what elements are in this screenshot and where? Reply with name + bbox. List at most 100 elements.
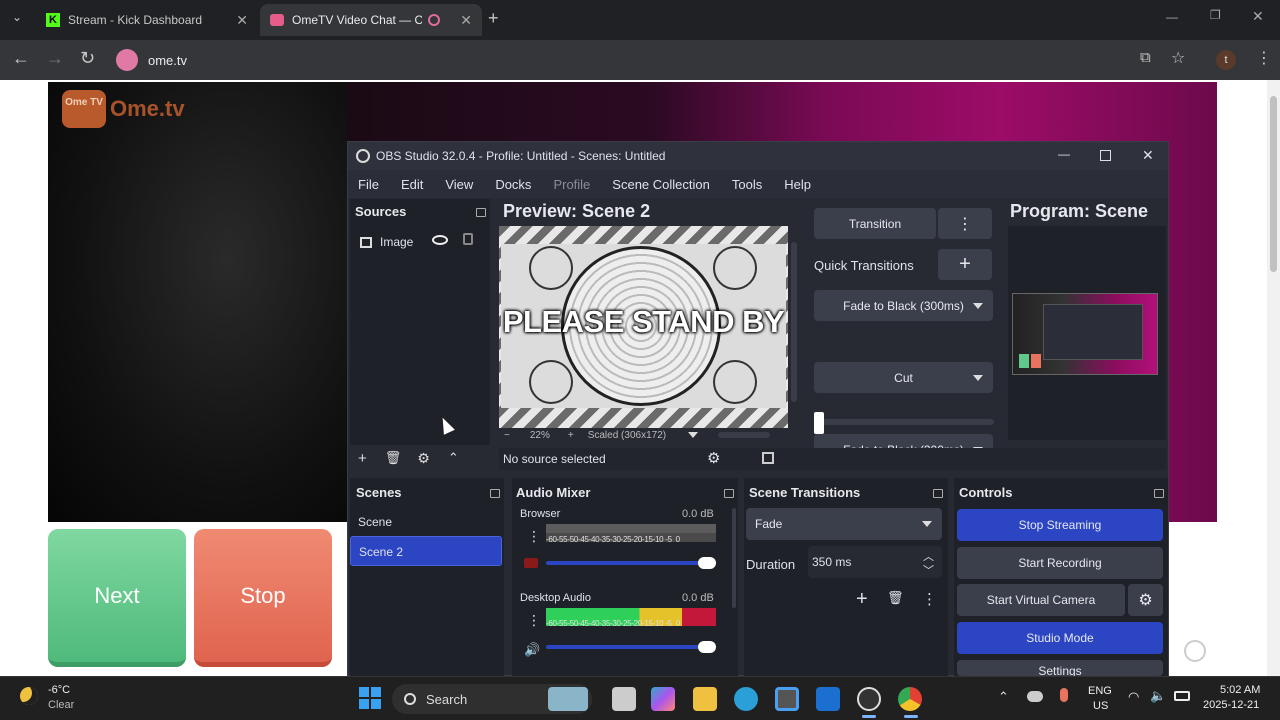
muted-speaker-icon[interactable] [524,558,538,568]
transition-menu-icon[interactable]: ⋮ [938,208,992,239]
preview-vscroll[interactable] [791,242,797,402]
weather-moon-icon[interactable] [20,687,38,705]
source-item[interactable]: Image [350,227,490,257]
install-app-icon[interactable]: ⧉ [1140,49,1151,66]
context-gear-icon[interactable]: ⚙ [707,449,720,467]
move-source-up-icon[interactable]: ⌃ [448,450,459,466]
duration-spinbox[interactable]: 350 ms ︿ ﹀ [808,546,942,578]
back-icon[interactable]: ← [12,48,30,69]
reload-icon[interactable]: ↻ [80,48,95,69]
forward-icon[interactable]: → [46,48,64,69]
close-tab-icon[interactable]: ✕ [460,12,472,29]
menu-file[interactable]: File [358,177,379,192]
store-icon[interactable] [775,687,799,711]
volume-slider-handle[interactable] [698,557,716,569]
settings-button[interactable]: Settings [957,660,1163,676]
emoji-icon[interactable] [1184,640,1206,662]
preview-canvas[interactable]: PLEASE STAND BY [499,226,788,428]
start-virtual-camera-button[interactable]: Start Virtual Camera [957,584,1125,616]
minimize-window-icon[interactable]: — [1166,10,1178,24]
add-source-icon[interactable]: + [358,450,367,467]
windows-start-icon[interactable] [359,687,381,709]
menu-profile[interactable]: Profile [553,177,590,192]
mixer-scrollbar[interactable] [732,508,736,608]
lock-icon[interactable] [463,233,473,245]
tab-search-icon[interactable]: ⌄ [12,10,22,24]
chevron-down-icon[interactable]: ﹀ [923,562,934,578]
battery-icon[interactable] [1174,691,1190,701]
obs-close-icon[interactable]: ✕ [1142,147,1154,164]
zoom-out-icon[interactable]: − [504,430,510,441]
obs-title-bar[interactable]: OBS Studio 32.0.4 - Profile: Untitled - … [348,142,1168,170]
close-window-icon[interactable]: ✕ [1252,8,1264,25]
speaker-icon[interactable]: 🔊 [524,642,540,658]
volume-icon[interactable]: 🔈 [1150,688,1166,704]
virtual-camera-gear-icon[interactable]: ⚙ [1128,584,1163,616]
chrome-taskbar-icon[interactable] [898,687,922,711]
copilot-icon[interactable] [651,687,675,711]
file-explorer-icon[interactable] [693,687,717,711]
quick-transition-select[interactable]: Cut [814,362,993,393]
transition-type-select[interactable]: Fade [746,508,942,540]
quick-transition-select[interactable]: Fade to Black (300ms) [814,290,993,321]
stop-streaming-button[interactable]: Stop Streaming [957,509,1163,541]
tab-kick[interactable]: K Stream - Kick Dashboard ✕ [36,4,258,36]
clock-time[interactable]: 5:02 AM [1220,684,1260,696]
mixer-channel-menu-icon[interactable]: ⋮ [527,612,541,629]
close-tab-icon[interactable]: ✕ [236,12,248,29]
bookmark-star-icon[interactable]: ☆ [1171,48,1185,68]
visibility-eye-icon[interactable] [432,235,448,245]
site-info-icon[interactable] [116,49,138,71]
start-recording-button[interactable]: Start Recording [957,547,1163,579]
obs-maximize-icon[interactable] [1100,150,1111,161]
volume-slider-handle[interactable] [698,641,716,653]
profile-avatar[interactable]: t [1216,50,1236,70]
scrollbar-thumb[interactable] [1270,96,1277,272]
page-scrollbar[interactable] [1267,80,1280,676]
zoom-in-icon[interactable]: + [568,430,574,441]
transition-button[interactable]: Transition [814,208,936,239]
weather-temp[interactable]: -6°C [48,684,70,696]
tray-overflow-icon[interactable]: ⌃ [998,689,1009,705]
preview-hscroll[interactable] [718,432,771,438]
add-quick-transition-icon[interactable]: + [938,249,992,280]
t-bar-handle[interactable] [814,412,824,434]
next-button[interactable]: Next [48,529,186,667]
tray-cloud-icon[interactable] [1027,691,1043,702]
new-tab-button[interactable]: + [488,8,499,29]
maximize-window-icon[interactable]: ❐ [1210,8,1221,22]
obs-minimize-icon[interactable]: — [1058,147,1070,161]
scene-item-selected[interactable]: Scene 2 [350,536,502,566]
mixer-channel-menu-icon[interactable]: ⋮ [527,528,541,545]
task-view-icon[interactable] [612,687,636,711]
taskbar-search[interactable]: Search [392,684,592,714]
tab-ometv[interactable]: OmeTV Video Chat — Ome ✕ [260,4,482,36]
undock-icon[interactable] [724,489,734,498]
scaling-mode[interactable]: Scaled (306x172) [588,430,666,441]
language-top[interactable]: ENG [1088,685,1112,697]
obs-taskbar-icon[interactable] [857,687,881,711]
volume-slider-track[interactable] [546,645,716,649]
menu-help[interactable]: Help [784,177,811,192]
chrome-menu-icon[interactable]: ⋮ [1256,48,1272,68]
menu-tools[interactable]: Tools [732,177,762,192]
transition-properties-menu-icon[interactable]: ⋮ [922,590,937,608]
add-transition-icon[interactable]: + [856,588,868,611]
undock-icon[interactable] [490,489,500,498]
menu-scene-collection[interactable]: Scene Collection [612,177,710,192]
remove-source-icon[interactable]: 🗑 [385,450,402,466]
menu-edit[interactable]: Edit [401,177,423,192]
outlook-icon[interactable] [816,687,840,711]
remove-transition-icon[interactable]: 🗑 [887,590,904,606]
edge-icon[interactable] [734,687,758,711]
menu-view[interactable]: View [445,177,473,192]
scaling-dropdown-icon[interactable] [688,432,699,438]
stop-button[interactable]: Stop [194,529,332,667]
context-filter-icon[interactable] [762,452,774,464]
studio-mode-button[interactable]: Studio Mode [957,622,1163,654]
undock-icon[interactable] [1154,489,1164,498]
source-properties-gear-icon[interactable]: ⚙ [417,450,430,467]
address-bar[interactable]: ome.tv [110,44,1200,76]
undock-icon[interactable] [476,208,486,217]
undock-icon[interactable] [933,489,943,498]
